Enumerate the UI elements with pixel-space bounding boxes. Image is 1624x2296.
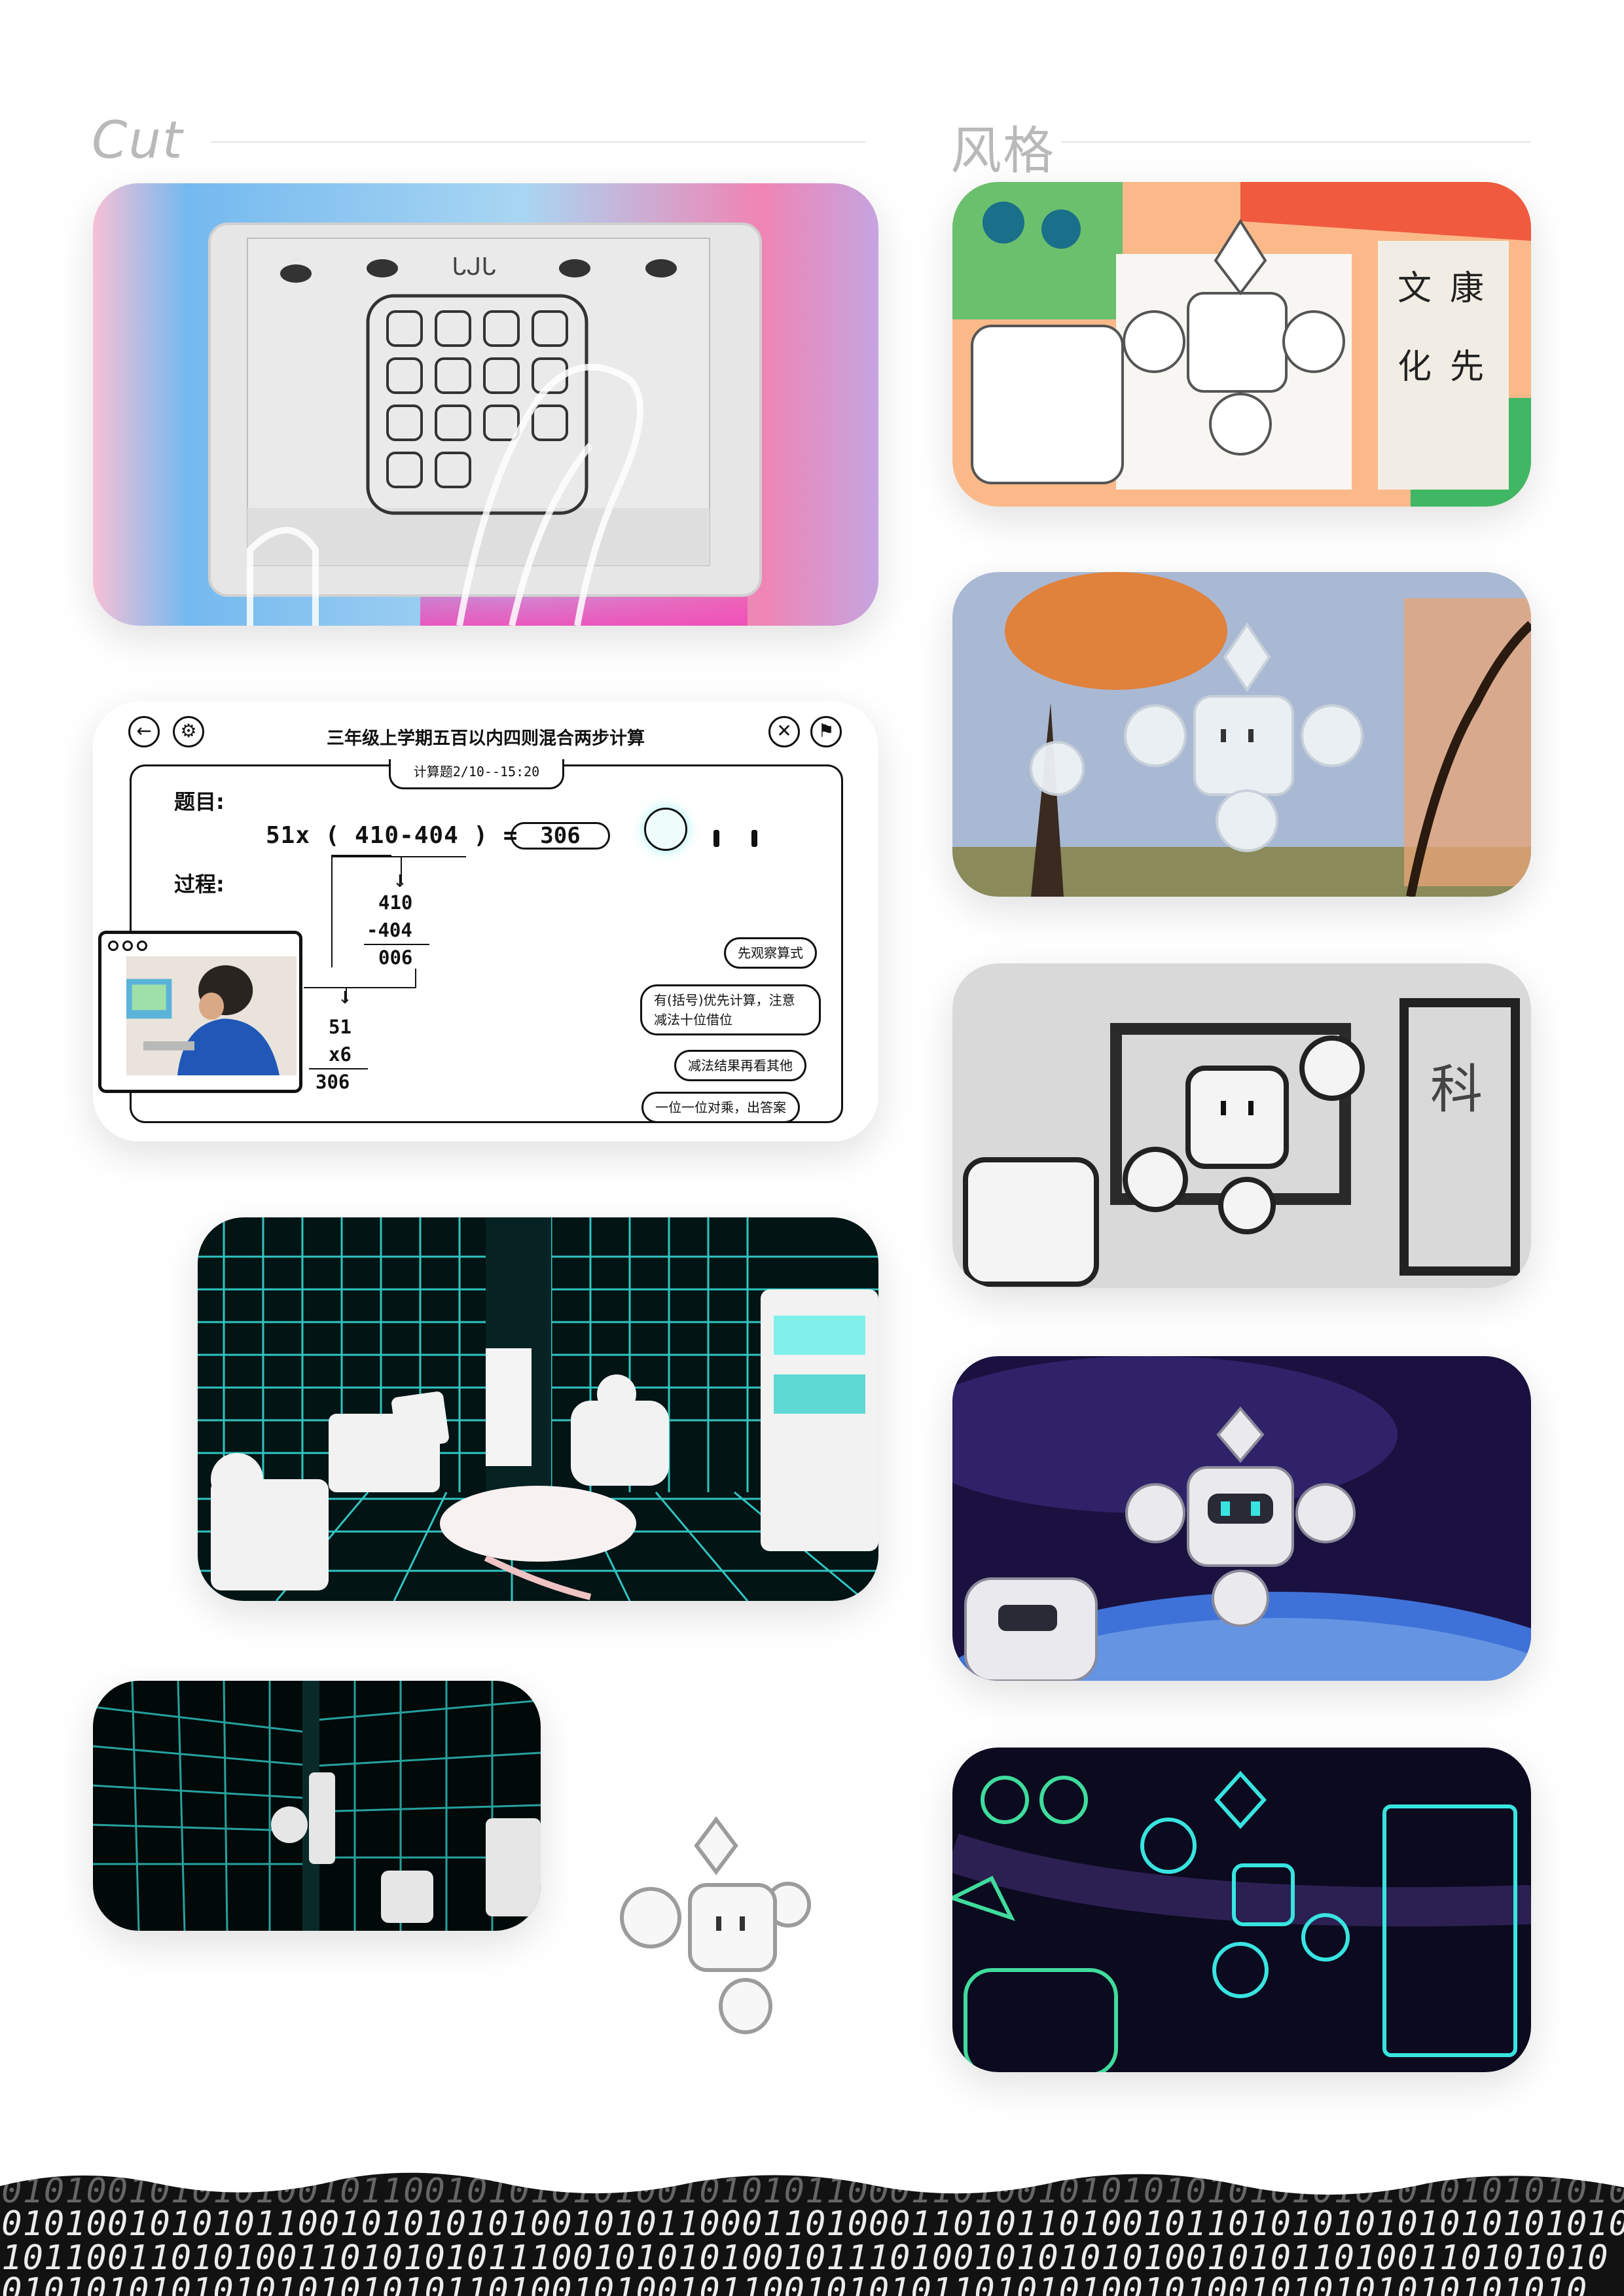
neon-corner-illustration <box>93 1681 541 1931</box>
step-value: 410 <box>378 891 413 914</box>
neon-outline-illustration <box>952 1748 1531 2072</box>
equation: 51x ( 410-404 ) = <box>266 822 518 849</box>
style-heading-rule <box>1062 141 1530 143</box>
svg-text:文: 文 <box>1398 269 1432 308</box>
problem-label: 题目: <box>174 789 225 814</box>
svg-text:ᒐᒍᒐ: ᒐᒍᒐ <box>452 254 496 281</box>
svg-text:化: 化 <box>1398 348 1432 387</box>
robot-mascot-illustration <box>620 1816 811 2034</box>
hint-parentheses-line1: 有(括号)优先计算，注意 <box>654 992 795 1008</box>
style-image-space-robot[interactable] <box>952 1356 1531 1681</box>
step-value: 006 <box>378 946 413 969</box>
svg-text:康: 康 <box>1450 269 1484 308</box>
window-dot <box>108 941 118 951</box>
step-value: 51 <box>329 1016 352 1038</box>
cut-heading-rule <box>211 141 865 143</box>
hint-parentheses-line2: 减法十位借位 <box>654 1012 732 1028</box>
binary-row: 0010100101010110010101010100101011000110… <box>0 2204 1624 2244</box>
rule-line <box>309 1068 368 1069</box>
style-heading: 风格 <box>950 122 1056 181</box>
close-icon: ✕ <box>776 720 792 742</box>
hint-parentheses[interactable]: 有(括号)优先计算，注意 减法十位借位 <box>640 984 821 1035</box>
step-value: x6 <box>329 1043 352 1066</box>
connector <box>331 855 333 967</box>
flag-icon: ⚑ <box>818 720 835 742</box>
connector <box>304 987 416 988</box>
math-practice-screen: ← ⚙ 三年级上学期五百以内四则混合两步计算 ✕ ⚑ 计算题2/10--15:2… <box>93 702 878 1141</box>
answer-field[interactable]: 306 <box>511 822 610 850</box>
avatar-eye-left <box>713 830 719 847</box>
style-image-paper-collage[interactable]: 文 康 化 先 <box>952 182 1531 507</box>
underline-parenthesis <box>331 856 466 857</box>
space-robot-illustration <box>952 1356 1531 1681</box>
binary-row: 1010101010101010101010110100101001011001… <box>0 2271 1588 2296</box>
hint-multiply[interactable]: 一位一位对乘，出答案 <box>641 1092 800 1123</box>
style-image-glass-tree[interactable] <box>952 572 1531 897</box>
rule-line <box>364 944 429 945</box>
hint-observe[interactable]: 先观察算式 <box>724 937 817 969</box>
svg-text:科: 科 <box>1430 1059 1483 1120</box>
screen-title: 三年级上学期五百以内四则混合两步计算 <box>327 728 645 749</box>
cut-image-neon-room[interactable] <box>198 1217 878 1601</box>
arrow-down-icon: ↓ <box>393 872 407 891</box>
question-progress-tab: 计算题2/10--15:20 <box>389 759 564 789</box>
child-photo <box>126 956 297 1075</box>
avatar-eye-right <box>751 830 757 847</box>
hint-subtraction-result[interactable]: 减法结果再看其他 <box>674 1050 806 1081</box>
webcam-window <box>98 931 302 1093</box>
svg-text:先: 先 <box>1450 348 1484 387</box>
avatar-bubble <box>644 808 687 851</box>
glass-tree-illustration <box>952 572 1531 897</box>
process-label: 过程: <box>174 872 225 897</box>
cut-image-tablet-sketch[interactable]: ᒐᒍᒐ <box>93 183 878 626</box>
flag-button[interactable]: ⚑ <box>810 716 842 747</box>
style-image-ink-wash[interactable]: 科 <box>952 963 1531 1288</box>
connector <box>415 969 416 988</box>
arrow-down-icon: ↓ <box>338 988 352 1008</box>
robot-mascot <box>618 1806 814 2055</box>
close-button[interactable]: ✕ <box>768 716 800 747</box>
tablet-sketch-illustration: ᒐᒍᒐ <box>93 183 878 626</box>
step-value: -404 <box>367 919 412 941</box>
paper-collage-illustration: 文 康 化 先 <box>952 182 1531 507</box>
ink-wash-illustration: 科 <box>952 963 1531 1288</box>
binary-footer: 1010100101010100101100101010101001010101… <box>0 2166 1624 2296</box>
neon-room-illustration <box>198 1217 878 1601</box>
style-image-neon-outline[interactable] <box>952 1748 1531 2072</box>
cut-image-neon-corner[interactable] <box>93 1681 541 1931</box>
step-value: 306 <box>316 1071 350 1093</box>
cut-heading: Cut <box>92 111 184 170</box>
